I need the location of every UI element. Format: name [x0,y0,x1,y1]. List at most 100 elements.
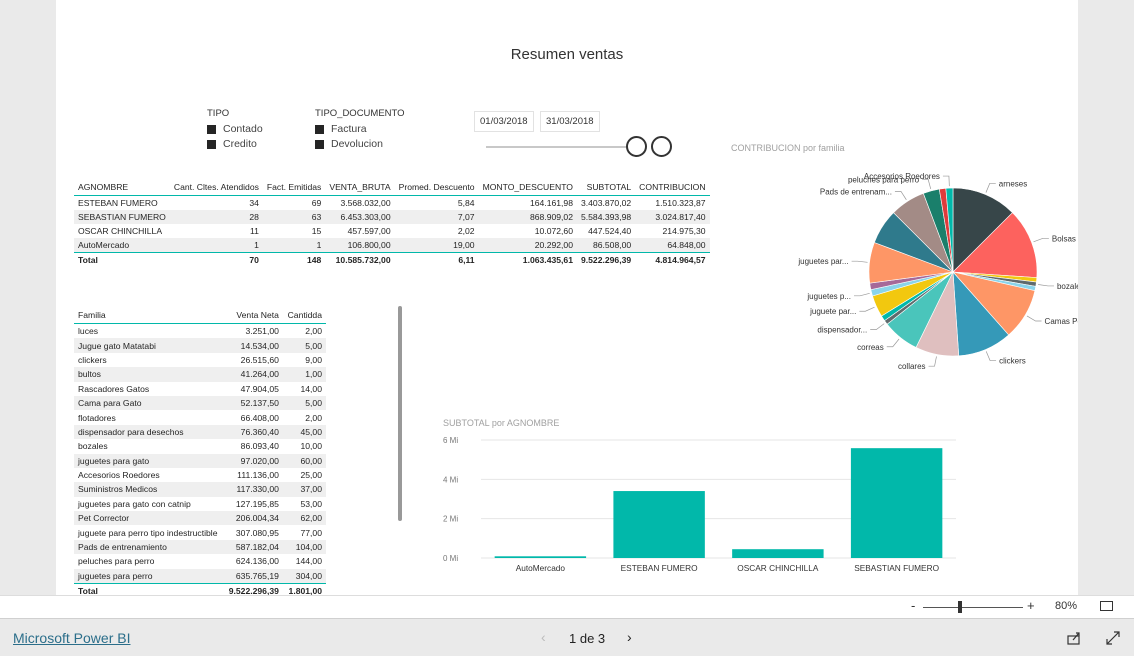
slicer-doc-header: TIPO_DOCUMENTO [315,108,405,119]
agnombre-total-cell: 148 [262,252,326,267]
agnombre-cell: 106.800,00 [325,238,395,253]
familia-row[interactable]: juguete para perro tipo indestructible 30… [74,525,326,539]
agnombre-header[interactable]: Promed. Descuento [394,172,479,196]
familia-cell: 53,00 [300,498,322,509]
agnombre-cell: 1 [169,238,263,253]
familia-cell: 587.182,04 [223,539,283,555]
date-slider-start-handle[interactable] [626,136,647,157]
zoom-slider[interactable] [923,607,1023,608]
familia-cell: 307.080,95 [235,527,279,538]
familia-cell: Accesorios Roedores [78,470,160,481]
familia-cell: 47.904,05 [240,383,279,394]
powerbi-link[interactable]: Microsoft Power BI [13,630,130,646]
agnombre-header[interactable]: VENTA_BRUTA [325,172,395,196]
familia-row[interactable]: dispensador para desechos 76.360,40 45,00 [74,424,326,440]
table-scrollbar[interactable] [398,306,402,521]
familia-cell: 66.408,00 [240,412,279,423]
agnombre-cell: AutoMercado [74,238,170,253]
bar-x-tick: OSCAR CHINCHILLA [737,563,819,573]
familia-row[interactable]: Accesorios Roedores 111.136,00 25,00 [74,468,326,482]
familia-row[interactable]: Pet Corrector 206.004,34 62,00 [74,511,326,526]
zoom-slider-handle[interactable] [958,601,962,613]
checkbox-icon[interactable] [207,139,216,149]
slicer-option-contado[interactable]: Contado [207,123,263,135]
familia-cell: 10,00 [300,441,322,452]
familia-cell: luces [78,326,99,337]
next-page-icon[interactable]: › [627,629,632,645]
slicer-option-devolucion[interactable]: Devolucion [315,138,405,150]
checkbox-icon[interactable] [315,124,324,134]
agnombre-header[interactable]: MONTO_DESCUENTO [478,172,577,196]
agnombre-cell: 86.508,00 [576,238,636,253]
pie-leader-line [928,356,937,367]
agnombre-header[interactable]: Fact. Emitidas [262,172,326,196]
prev-page-icon[interactable]: ‹ [541,629,546,645]
agnombre-cell: 457.597,00 [347,226,391,236]
familia-cell: 9,00 [305,354,322,365]
agnombre-cell: 10.072,60 [534,226,573,236]
pie-label: bozales [1057,282,1078,291]
agnombre-cell: 19,00 [394,238,479,253]
familia-cell: juguetes para gato [74,453,224,468]
familia-cell: 97.020,00 [223,453,283,468]
pie-label: dispensador... [817,326,867,335]
zoom-out-button[interactable]: - [911,598,915,613]
checkbox-icon[interactable] [207,124,216,134]
familia-row[interactable]: juguetes para gato 97.020,00 60,00 [74,453,326,468]
familia-header[interactable]: Familia [74,300,224,324]
familia-row[interactable]: Suministros Medicos 117.330,00 37,00 [74,482,326,497]
pie-leader-line [851,260,868,263]
date-slider-end-handle[interactable] [651,136,672,157]
familia-row[interactable]: luces 3.251,00 2,00 [74,324,326,339]
share-icon[interactable] [1067,631,1081,645]
familia-row[interactable]: flotadores 66.408,00 2,00 [74,410,326,424]
date-slider-track[interactable] [486,146,636,148]
familia-row[interactable]: Rascadores Gatos 47.904,05 14,00 [74,382,326,396]
bar[interactable] [494,556,587,558]
familia-cell: 62,00 [282,511,326,526]
slicer-tipo-documento: TIPO_DOCUMENTO Factura Devolucion [315,108,405,153]
familia-row[interactable]: Cama para Gato 52.137,50 5,00 [74,395,326,411]
familia-row[interactable]: Pads de entrenamiento 587.182,04 104,00 [74,539,326,555]
familia-cell: 635.765,19 [223,568,283,584]
familia-header[interactable]: Venta Neta [223,300,283,324]
familia-cell: 60,00 [282,453,326,468]
agnombre-cell: 164.161,98 [529,198,573,208]
familia-row[interactable]: bozales 86.093,40 10,00 [74,439,326,453]
slicer-option-credito[interactable]: Credito [207,138,263,150]
agnombre-cell: 15 [311,226,322,236]
familia-row[interactable]: bultos 41.264,00 1,00 [74,367,326,382]
fullscreen-icon[interactable] [1106,631,1120,645]
familia-row[interactable]: peluches para perro 624.136,00 144,00 [74,554,326,568]
bar[interactable] [732,549,824,558]
agnombre-header[interactable]: AGNOMBRE [74,172,170,196]
agnombre-header[interactable]: Cant. Cltes. Atendidos [169,172,263,196]
checkbox-icon[interactable] [315,139,324,149]
agnombre-cell: 63 [262,210,326,224]
bar[interactable] [850,448,943,558]
end-date-input[interactable]: 31/03/2018 [540,111,600,132]
agnombre-cell: 20.292,00 [478,238,577,253]
familia-cell: 45,00 [282,424,326,440]
pie-label: collares [898,362,926,371]
agnombre-header[interactable]: SUBTOTAL [576,172,636,196]
agnombre-row[interactable]: ESTEBAN FUMERO 34 69 3.568.032,00 5,84 164.16… [74,196,710,211]
zoom-in-button[interactable]: + [1027,598,1035,613]
familia-cell: 206.004,34 [223,511,283,526]
bar[interactable] [613,491,705,558]
familia-cell: Rascadores Gatos [78,383,150,394]
agnombre-row[interactable]: AutoMercado 1 1 106.800,00 19,00 20.292,00 86.… [74,238,710,253]
fit-to-page-icon[interactable] [1100,601,1113,611]
agnombre-row[interactable]: OSCAR CHINCHILLA 11 15 457.597,00 2,02 10.072… [74,224,710,238]
agnombre-cell: ESTEBAN FUMERO [78,198,158,208]
familia-header[interactable]: Cantidda [282,300,326,324]
agnombre-row[interactable]: SEBASTIAN FUMERO 28 63 6.453.303,00 7,07 868.… [74,210,710,224]
slicer-option-factura[interactable]: Factura [315,123,405,135]
familia-row[interactable]: juguetes para perro 635.765,19 304,00 [74,568,326,584]
familia-row[interactable]: Jugue gato Matatabi 14.534,00 5,00 [74,338,326,353]
familia-row[interactable]: juguetes para gato con catnip 127.195,85 5… [74,497,326,511]
start-date-input[interactable]: 01/03/2018 [474,111,534,132]
familia-row[interactable]: clickers 26.515,60 9,00 [74,353,326,367]
agnombre-cell: OSCAR CHINCHILLA [78,226,163,236]
familia-cell: 2,00 [305,326,322,337]
